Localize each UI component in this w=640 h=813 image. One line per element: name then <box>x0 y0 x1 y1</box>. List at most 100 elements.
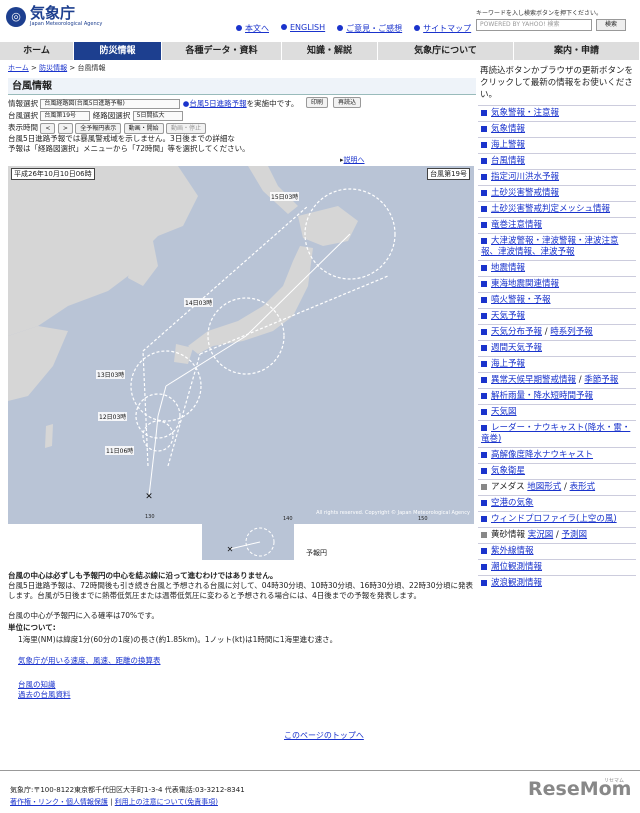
sidebar-item-label[interactable]: 気象警報・注意報 <box>491 108 559 118</box>
bullet-icon <box>414 25 421 31</box>
sidebar-item[interactable]: 空港の気象 <box>478 495 636 511</box>
link-english[interactable]: ENGLISH <box>290 23 325 32</box>
nav-about[interactable]: 気象庁について <box>378 42 514 60</box>
sidebar-item[interactable]: 土砂災害警戒情報 <box>478 185 636 201</box>
sidebar-item-link[interactable]: 地図形式 <box>527 482 561 492</box>
sidebar-item-label[interactable]: 台風情報 <box>491 156 525 166</box>
sidebar-item[interactable]: 東海地震関連情報 <box>478 276 636 292</box>
sidebar-item-link[interactable]: 実況図 <box>528 530 554 540</box>
sidebar-item[interactable]: 潮位観測情報 <box>478 559 636 575</box>
link-typhoon-knowledge[interactable]: 台風の知識 <box>18 680 56 689</box>
sidebar-item[interactable]: 指定河川洪水予報 <box>478 169 636 185</box>
sidebar-item[interactable]: 噴火警報・予報 <box>478 292 636 308</box>
info-select[interactable]: 台風経路図(台風5日進路予報) <box>40 99 181 109</box>
sidebar-item-label[interactable]: 地震情報 <box>491 263 525 273</box>
sidebar-item-label[interactable]: 東海地震関連情報 <box>491 279 559 289</box>
sidebar-item[interactable]: 地震情報 <box>478 260 636 276</box>
reload-button[interactable]: 再読込 <box>333 97 362 108</box>
search-input[interactable]: POWERED BY YAHOO! 検索 <box>476 19 592 31</box>
sidebar-item-label[interactable]: 土砂災害警戒情報 <box>491 188 559 198</box>
sidebar-item[interactable]: 気象警報・注意報 <box>478 105 636 121</box>
sidebar-item-label[interactable]: 潮位観測情報 <box>491 562 542 572</box>
route-select[interactable]: 5日間拡大 <box>132 111 183 121</box>
sidebar-item[interactable]: 解析雨量・降水短時間予報 <box>478 388 636 404</box>
bullet-square-icon <box>481 125 487 132</box>
sidebar-item[interactable]: 黄砂情報 実況図 / 予測図 <box>478 527 636 543</box>
page-top-link[interactable]: このページのトップへ <box>284 731 364 740</box>
bullet-icon <box>281 24 287 30</box>
sidebar-item[interactable]: 土砂災害警戒判定メッシュ情報 <box>478 201 636 217</box>
sidebar-item[interactable]: ウィンドプロファイラ(上空の風) <box>478 511 636 527</box>
sidebar-item-label[interactable]: 土砂災害警戒判定メッシュ情報 <box>491 204 610 214</box>
crumb-disaster[interactable]: 防災情報 <box>39 64 67 72</box>
sidebar-item-label[interactable]: 気象衛星 <box>491 466 525 476</box>
sidebar-item-link[interactable]: 予測図 <box>562 530 588 540</box>
sidebar-item-link[interactable]: 時系列予報 <box>550 327 593 337</box>
link-feedback[interactable]: ご意見・ご感想 <box>346 24 402 33</box>
sidebar-item[interactable]: アメダス 地図形式 / 表形式 <box>478 479 636 495</box>
explain-link[interactable]: 説明へ <box>344 156 365 164</box>
sidebar-item-label[interactable]: 異常天候早期警戒情報 <box>491 375 576 385</box>
crumb-current: 台風情報 <box>77 64 106 72</box>
sidebar-item-label[interactable]: 解析雨量・降水短時間予報 <box>491 391 593 401</box>
typhoon-select[interactable]: 台風第19号 <box>40 111 91 121</box>
info-note-link[interactable]: 台風5日進路予報 <box>189 99 246 108</box>
sidebar-item-label[interactable]: 噴火警報・予報 <box>491 295 551 305</box>
sidebar-item[interactable]: 天気予報 <box>478 308 636 324</box>
sidebar-item-label[interactable]: 竜巻注意情報 <box>491 220 542 230</box>
sidebar-item[interactable]: 台風情報 <box>478 153 636 169</box>
sidebar-item[interactable]: レーダー・ナウキャスト(降水・雷・竜巻) <box>478 420 636 447</box>
sidebar-item-label[interactable]: 高解像度降水ナウキャスト <box>491 450 593 460</box>
sidebar-item-label[interactable]: 天気図 <box>491 407 517 417</box>
sidebar-item-label[interactable]: 天気予報 <box>491 311 525 321</box>
sidebar-item[interactable]: 異常天候早期警戒情報 / 季節予報 <box>478 372 636 388</box>
footer-link-disclaimer[interactable]: 利用上の注意について(免責事項) <box>115 798 218 806</box>
next-button[interactable]: > <box>57 122 73 134</box>
sidebar-item-label[interactable]: 空港の気象 <box>491 498 534 508</box>
nav-guide[interactable]: 案内・申請 <box>514 42 640 60</box>
sidebar-item[interactable]: 波浪観測情報 <box>478 575 636 591</box>
sidebar-item-label[interactable]: 海上警報 <box>491 140 525 150</box>
link-past-typhoons[interactable]: 過去の台風資料 <box>18 690 71 699</box>
sidebar-item[interactable]: 海上予報 <box>478 356 636 372</box>
link-main[interactable]: 本文へ <box>245 24 269 33</box>
sidebar-item-label[interactable]: 大津波警報・津波警報・津波注意報、津波情報、津波予報 <box>481 236 619 257</box>
search-button[interactable]: 検索 <box>596 19 626 31</box>
sidebar-item-label[interactable]: 指定河川洪水予報 <box>491 172 559 182</box>
sidebar-item-label[interactable]: ウィンドプロファイラ(上空の風) <box>491 514 617 524</box>
sidebar-item[interactable]: 大津波警報・津波警報・津波注意報、津波情報、津波予報 <box>478 233 636 260</box>
sidebar-item[interactable]: 海上警報 <box>478 137 636 153</box>
sidebar-item[interactable]: 高解像度降水ナウキャスト <box>478 447 636 463</box>
anim-start-button[interactable]: 動画・開始 <box>123 122 164 134</box>
link-sitemap[interactable]: サイトマップ <box>423 24 471 33</box>
unit-2-link[interactable]: 気象庁が用いる速度、風速、距離の換算表 <box>18 656 161 665</box>
print-button[interactable]: 印刷 <box>306 97 329 108</box>
sidebar-item[interactable]: 天気分布予報 / 時系列予報 <box>478 324 636 340</box>
sidebar-item[interactable]: 週間天気予報 <box>478 340 636 356</box>
sidebar-item-label[interactable]: 波浪観測情報 <box>491 578 542 588</box>
sidebar-item[interactable]: 紫外線情報 <box>478 543 636 559</box>
nav-data[interactable]: 各種データ・資料 <box>162 42 282 60</box>
sidebar-item[interactable]: 気象衛星 <box>478 463 636 479</box>
sidebar-item[interactable]: 天気図 <box>478 404 636 420</box>
page-top-wrap: このページのトップへ <box>284 730 364 741</box>
global-nav: ホーム 防災情報 各種データ・資料 知識・解説 気象庁について 案内・申請 <box>0 42 640 60</box>
sidebar-item-label[interactable]: 気象情報 <box>491 124 525 134</box>
nav-disaster[interactable]: 防災情報 <box>74 42 162 60</box>
sidebar-item-link[interactable]: 季節予報 <box>584 375 618 385</box>
crumb-home[interactable]: ホーム <box>8 64 29 72</box>
footer-link-copyright[interactable]: 著作権・リンク・個人情報保護 <box>10 798 108 806</box>
sidebar-item-label[interactable]: 紫外線情報 <box>491 546 534 556</box>
sidebar-item-label[interactable]: レーダー・ナウキャスト(降水・雷・竜巻) <box>481 423 630 444</box>
sidebar-item[interactable]: 竜巻注意情報 <box>478 217 636 233</box>
sidebar-item-label[interactable]: 天気分布予報 <box>491 327 542 337</box>
nav-home[interactable]: ホーム <box>0 42 74 60</box>
prev-button[interactable]: < <box>40 122 56 134</box>
sidebar-item-link[interactable]: 表形式 <box>570 482 596 492</box>
sidebar-item[interactable]: 気象情報 <box>478 121 636 137</box>
nav-knowledge[interactable]: 知識・解説 <box>282 42 378 60</box>
sidebar-item-label[interactable]: 週間天気予報 <box>491 343 542 353</box>
sidebar-item-label[interactable]: 海上予報 <box>491 359 525 369</box>
all-circles-button[interactable]: 全予報円表示 <box>75 122 122 134</box>
jma-logo[interactable]: ◎ 気象庁 Japan Meteorological Agency <box>6 6 102 27</box>
